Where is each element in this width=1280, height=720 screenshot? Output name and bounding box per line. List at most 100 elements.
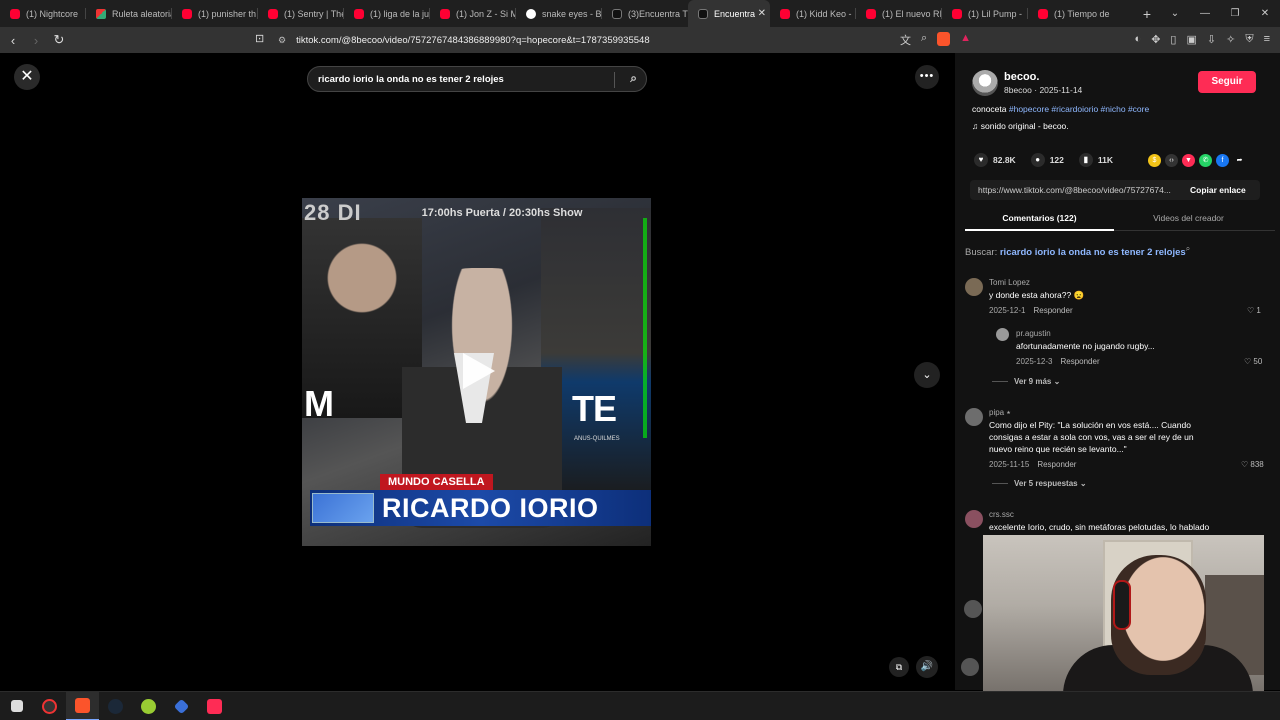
taskbar-app[interactable] bbox=[165, 692, 198, 720]
site-info-icon[interactable]: ⚙ bbox=[278, 35, 286, 46]
send-icon[interactable]: ▼ bbox=[1182, 154, 1195, 167]
search-suggestion[interactable]: Buscar: ricardo iorio la onda no es tene… bbox=[965, 244, 1190, 258]
avatar[interactable] bbox=[996, 328, 1009, 341]
taskbar-app[interactable] bbox=[198, 692, 231, 720]
restore-icon[interactable]: ❐ bbox=[1220, 8, 1250, 19]
reply-button[interactable]: Responder bbox=[1060, 357, 1099, 366]
whatsapp-icon[interactable]: ✆ bbox=[1199, 154, 1212, 167]
tab[interactable]: snake eyes - B bbox=[516, 0, 602, 27]
facebook-icon[interactable]: f bbox=[1216, 154, 1229, 167]
more-options-button[interactable]: ••• bbox=[915, 65, 939, 89]
tab-active[interactable]: Encuentra ✕ bbox=[688, 0, 770, 27]
like-button[interactable]: ♥ 82.8K bbox=[974, 153, 1016, 167]
lower-third: MUNDO CASELLA RICARDO IORIO bbox=[310, 474, 651, 544]
bookmark-icon[interactable]: ⊡ bbox=[255, 32, 267, 46]
url-field[interactable]: ⚙ tiktok.com/@8becoo/video/7572767484386… bbox=[278, 29, 998, 51]
address-bar: ‹ › ↻ ⊡ ⚙ tiktok.com/@8becoo/video/75727… bbox=[0, 27, 1280, 53]
tab[interactable]: (1) Lil Pump - bbox=[942, 0, 1028, 27]
copy-link-button[interactable]: Copiar enlace bbox=[1190, 185, 1246, 195]
youtube-icon bbox=[354, 8, 364, 19]
tab[interactable]: (1) Jon Z - Si M bbox=[430, 0, 516, 27]
extension-icon[interactable]: ◐ bbox=[1135, 33, 1142, 46]
follow-button[interactable]: Seguir bbox=[1198, 71, 1256, 93]
tab-search-icon[interactable]: ⌄ bbox=[1160, 8, 1190, 19]
brave-shields-icon[interactable] bbox=[937, 32, 951, 46]
start-button[interactable] bbox=[0, 692, 33, 720]
tiktok-icon bbox=[612, 8, 622, 19]
steam-icon bbox=[108, 698, 123, 714]
brave-rewards-icon[interactable]: ▲ bbox=[960, 32, 971, 48]
name-label: RICARDO IORIO bbox=[382, 492, 599, 523]
tab[interactable]: (1) punisher th bbox=[172, 0, 258, 27]
pip-icon[interactable]: ⧉ bbox=[889, 657, 909, 677]
avatar[interactable] bbox=[965, 278, 983, 296]
taskbar-app-active[interactable] bbox=[66, 691, 99, 720]
view-more-replies[interactable]: Ver 5 respuestas ⌄ bbox=[992, 479, 1087, 488]
play-icon[interactable] bbox=[463, 353, 495, 389]
my-avatar[interactable] bbox=[961, 658, 979, 676]
tab[interactable]: (1) liga de la ju bbox=[344, 0, 430, 27]
taskbar-app[interactable] bbox=[33, 692, 66, 720]
back-icon[interactable]: ‹ bbox=[3, 33, 23, 48]
sidebar-icon[interactable]: ▯ bbox=[1170, 33, 1176, 46]
close-video-button[interactable]: ✕ bbox=[14, 64, 40, 90]
view-more-replies[interactable]: Ver 9 más ⌄ bbox=[992, 377, 1060, 386]
reply-button[interactable]: Responder bbox=[1037, 460, 1076, 469]
search-input[interactable]: ricardo iorio la onda no es tener 2 relo… bbox=[307, 66, 647, 92]
coin-icon[interactable]: $ bbox=[1148, 154, 1161, 167]
tiktok-icon bbox=[698, 8, 708, 19]
minimize-icon[interactable]: — bbox=[1190, 8, 1220, 19]
comment-meta: 2025-12-1 Responder bbox=[989, 306, 1073, 315]
comment-like[interactable]: ♡ 50 bbox=[1244, 357, 1262, 366]
taskbar-app[interactable] bbox=[99, 692, 132, 720]
video-small-text: ANUS-QUILMES bbox=[574, 436, 620, 442]
youtube-icon bbox=[440, 8, 450, 19]
new-tab-icon[interactable]: + bbox=[1132, 6, 1162, 22]
menu-icon[interactable]: ≡ bbox=[1264, 33, 1270, 46]
tab[interactable]: (1) Kidd Keo - bbox=[770, 0, 856, 27]
close-window-icon[interactable]: ✕ bbox=[1250, 8, 1280, 19]
tab[interactable]: (3)Encuentra T bbox=[602, 0, 688, 27]
video-side-text-left: M bbox=[304, 383, 334, 424]
forward-icon[interactable]: › bbox=[26, 33, 46, 48]
tab-comments[interactable]: Comentarios (122) bbox=[965, 207, 1114, 231]
zoom-icon[interactable]: ⌕ bbox=[921, 32, 927, 48]
hashtags[interactable]: #hopecore #ricardoiorio #nicho #core bbox=[1009, 104, 1149, 114]
search-icon[interactable]: ⌕ bbox=[630, 71, 637, 86]
reload-icon[interactable]: ↻ bbox=[49, 32, 69, 48]
share-arrow-icon[interactable]: ➦ bbox=[1233, 154, 1246, 167]
sound-link[interactable]: ♫ sonido original - becoo. bbox=[972, 121, 1069, 131]
taskbar-app[interactable] bbox=[132, 692, 165, 720]
downloads-icon[interactable]: ⇩ bbox=[1207, 33, 1216, 46]
translate-icon[interactable]: 文 bbox=[900, 32, 911, 48]
tab[interactable]: (1) Nightcore bbox=[0, 0, 86, 27]
avatar[interactable] bbox=[965, 510, 983, 528]
tab-creator-videos[interactable]: Videos del creador bbox=[1114, 207, 1263, 231]
tab[interactable]: Ruleta aleatoria bbox=[86, 0, 172, 27]
close-tab-icon[interactable]: ✕ bbox=[758, 8, 766, 19]
comment-button[interactable]: ● 122 bbox=[1030, 153, 1064, 167]
comment-user[interactable]: crs.ssc bbox=[989, 510, 1014, 519]
save-button[interactable]: ▮ 11K bbox=[1078, 153, 1113, 167]
reply-button[interactable]: Responder bbox=[1033, 306, 1072, 315]
volume-icon[interactable]: 🔊 bbox=[916, 656, 938, 678]
tab[interactable]: (1) El nuevo RI bbox=[856, 0, 942, 27]
comment-like[interactable]: ♡ 1 bbox=[1247, 306, 1261, 315]
comment-user[interactable]: pr.agustin bbox=[1016, 329, 1051, 338]
avatar[interactable] bbox=[972, 70, 998, 96]
username[interactable]: becoo. bbox=[1004, 71, 1039, 83]
comment-user[interactable]: pipa ⭑ bbox=[989, 408, 1011, 418]
vpn-icon[interactable]: ⛨ bbox=[1245, 33, 1253, 46]
tab[interactable]: (1) Sentry | The bbox=[258, 0, 344, 27]
puzzle-icon[interactable]: ✥ bbox=[1151, 33, 1160, 46]
next-video-button[interactable]: ⌄ bbox=[914, 362, 940, 388]
embed-icon[interactable]: ‹› bbox=[1165, 154, 1178, 167]
avatar[interactable] bbox=[964, 600, 982, 618]
comment-user[interactable]: Tomi Lopez bbox=[989, 278, 1030, 287]
avatar[interactable] bbox=[965, 408, 983, 426]
tab[interactable]: (1) Tiempo de bbox=[1028, 0, 1114, 27]
video-link[interactable]: https://www.tiktok.com/@8becoo/video/757… bbox=[978, 185, 1180, 195]
ai-icon[interactable]: ✧ bbox=[1226, 33, 1235, 46]
comment-like[interactable]: ♡ 838 bbox=[1241, 460, 1264, 469]
wallet-icon[interactable]: ▣ bbox=[1186, 33, 1196, 46]
